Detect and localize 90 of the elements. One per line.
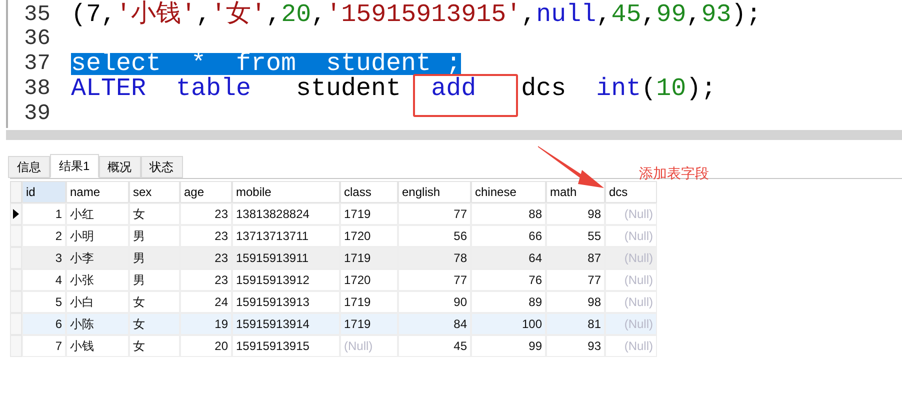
result-tab[interactable]: 概况: [98, 156, 141, 178]
table-cell: 女: [129, 203, 180, 225]
table-cell: 小张: [66, 269, 129, 291]
table-cell: 77: [546, 269, 605, 291]
table-row[interactable]: 7 小钱 女 20 15915913915 (Null) 45 99 93 (Null): [10, 335, 657, 357]
horizontal-scrollbar[interactable]: [6, 130, 902, 140]
line-number: 35: [23, 2, 52, 26]
table-cell: 女: [129, 291, 180, 313]
table-cell: 15915913915: [232, 335, 340, 357]
line-number: 38: [23, 76, 52, 100]
table-row[interactable]: 6 小陈 女 19 15915913914 1719 84 100 81 (Null): [10, 313, 657, 335]
table-cell: 20: [180, 335, 232, 357]
table-row[interactable]: 5 小白 女 24 15915913913 1719 90 89 98 (Null): [10, 291, 657, 313]
table-cell: 男: [129, 225, 180, 247]
column-header[interactable]: mobile: [232, 181, 340, 203]
table-cell: 男: [129, 269, 180, 291]
line-number: 39: [23, 102, 52, 126]
table-cell: 1: [22, 203, 66, 225]
table-cell: 81: [546, 313, 605, 335]
table-cell: 1720: [340, 225, 398, 247]
table-cell: 小红: [66, 203, 129, 225]
table-cell: (Null): [605, 291, 657, 313]
table-cell: 1719: [340, 203, 398, 225]
column-header[interactable]: chinese: [471, 181, 546, 203]
table-cell: 98: [546, 291, 605, 313]
row-header[interactable]: [10, 203, 22, 225]
table-cell: (Null): [605, 203, 657, 225]
arrow-icon: [538, 146, 604, 188]
table-cell: 99: [471, 335, 546, 357]
result-tab[interactable]: 状态: [140, 156, 183, 178]
table-cell: 19: [180, 313, 232, 335]
corner-header: [10, 181, 22, 203]
table-cell: 1720: [340, 269, 398, 291]
column-header[interactable]: class: [340, 181, 398, 203]
table-cell: 女: [129, 313, 180, 335]
column-header[interactable]: math: [546, 181, 605, 203]
annotation-text: 添加表字段: [639, 164, 709, 183]
table-cell: (Null): [605, 335, 657, 357]
table-cell: 13713713711: [232, 225, 340, 247]
table-cell: 女: [129, 335, 180, 357]
table-cell: 13813828824: [232, 203, 340, 225]
table-cell: 15915913914: [232, 313, 340, 335]
column-header[interactable]: name: [66, 181, 129, 203]
table-cell: 90: [398, 291, 471, 313]
table-cell: 小陈: [66, 313, 129, 335]
line-number: 37: [23, 52, 52, 76]
table-cell: 23: [180, 269, 232, 291]
table-cell: 56: [398, 225, 471, 247]
column-header[interactable]: dcs: [605, 181, 657, 203]
table-cell: 23: [180, 225, 232, 247]
table-cell: 23: [180, 203, 232, 225]
result-tab[interactable]: 结果1: [50, 154, 99, 178]
table-cell: (Null): [340, 335, 398, 357]
table-cell: 小明: [66, 225, 129, 247]
table-row[interactable]: 1 小红 女 23 13813828824 1719 77 88 98 (Null): [10, 203, 657, 225]
table-cell: 76: [471, 269, 546, 291]
table-cell: 77: [398, 203, 471, 225]
column-header[interactable]: english: [398, 181, 471, 203]
table-row[interactable]: 4 小张 男 23 15915913912 1720 77 76 77 (Null): [10, 269, 657, 291]
column-header[interactable]: age: [180, 181, 232, 203]
result-tab[interactable]: 信息: [8, 156, 50, 178]
table-cell: 15915913912: [232, 269, 340, 291]
table-cell: 2: [22, 225, 66, 247]
table-cell: 88: [471, 203, 546, 225]
table-cell: 小钱: [66, 335, 129, 357]
table-cell: 66: [471, 225, 546, 247]
table-cell: 7: [22, 335, 66, 357]
table-cell: 4: [22, 269, 66, 291]
column-header[interactable]: id: [22, 181, 66, 203]
table-cell: (Null): [605, 225, 657, 247]
table-cell: 1719: [340, 313, 398, 335]
table-cell: 100: [471, 313, 546, 335]
table-cell: 55: [546, 225, 605, 247]
table-cell: 93: [546, 335, 605, 357]
table-cell: 15915913913: [232, 291, 340, 313]
table-cell: 89: [471, 291, 546, 313]
table-cell: 84: [398, 313, 471, 335]
table-cell: (Null): [605, 269, 657, 291]
line-number: 36: [23, 26, 52, 50]
table-cell: 98: [546, 203, 605, 225]
table-cell: (Null): [605, 313, 657, 335]
column-header[interactable]: sex: [129, 181, 180, 203]
table-cell: 6: [22, 313, 66, 335]
table-row[interactable]: 2 小明 男 23 13713713711 1720 56 66 55 (Null): [10, 225, 657, 247]
table-cell: 1719: [340, 291, 398, 313]
table-cell: 45: [398, 335, 471, 357]
table-cell: 5: [22, 291, 66, 313]
table-cell: 24: [180, 291, 232, 313]
table-cell: 77: [398, 269, 471, 291]
table-cell: 小白: [66, 291, 129, 313]
